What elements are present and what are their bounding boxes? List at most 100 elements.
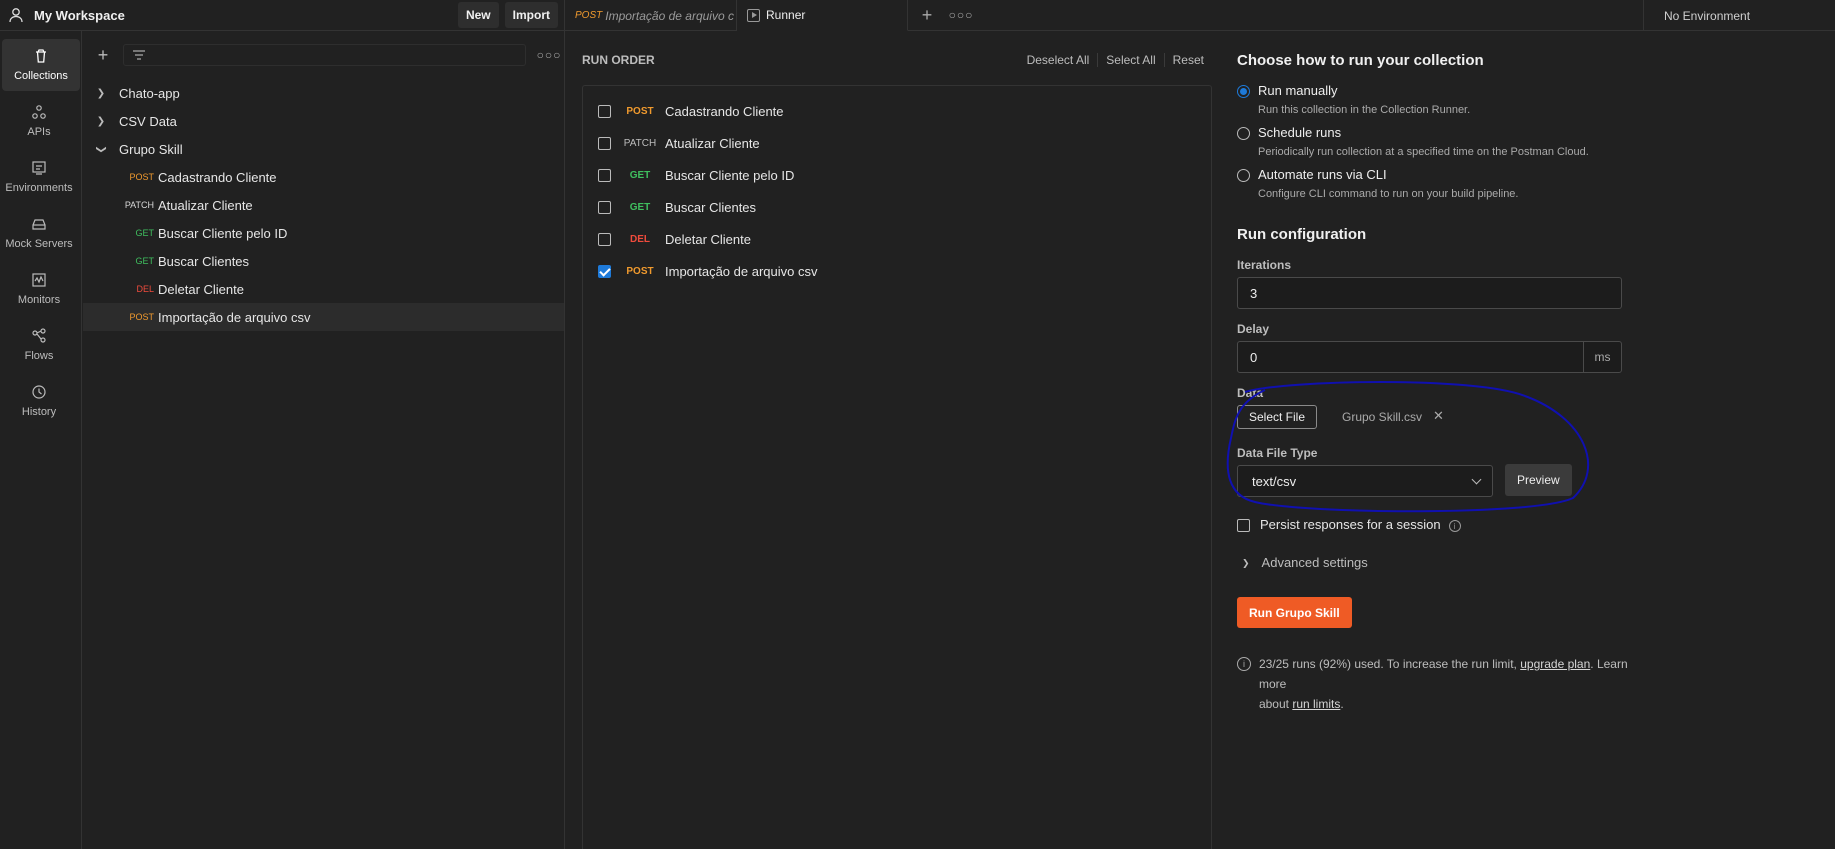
remove-file-icon[interactable]: ✕	[1433, 408, 1444, 424]
persist-checkbox[interactable]	[1237, 519, 1250, 532]
iterations-label: Iterations	[1237, 258, 1292, 272]
tree-collection-chato-app[interactable]: ❯ Chato-app	[83, 79, 564, 107]
info-icon: i	[1237, 657, 1251, 671]
request-name: Deletar Cliente	[158, 281, 244, 297]
request-method: GET	[135, 256, 154, 266]
rail-collections[interactable]: Collections	[2, 39, 80, 91]
run-order-item[interactable]: GET Buscar Cliente pelo ID	[598, 165, 794, 185]
run-order-item[interactable]: POST Cadastrando Cliente	[598, 101, 784, 121]
item-checkbox[interactable]	[598, 104, 611, 118]
info-text: about	[1258, 697, 1289, 711]
apis-icon	[32, 105, 46, 119]
tab-runner[interactable]: Runner	[737, 0, 908, 31]
option-title: Run manually	[1258, 83, 1338, 98]
item-checkbox-checked[interactable]	[598, 264, 611, 278]
import-button[interactable]: Import	[504, 2, 558, 28]
chevron-right-icon: ❯	[96, 115, 106, 127]
option-desc: Periodically run collection at a specifi…	[1258, 146, 1589, 158]
rail-monitors[interactable]: Monitors	[0, 263, 78, 315]
rail-flows[interactable]: Flows	[0, 319, 78, 371]
radio[interactable]	[1237, 169, 1250, 182]
tree-request[interactable]: DEL Deletar Cliente	[83, 275, 564, 303]
delay-label: Delay	[1237, 322, 1270, 336]
tree-request[interactable]: GET Buscar Clientes	[83, 247, 564, 275]
data-file-type-select[interactable]: text/csv	[1237, 465, 1493, 497]
select-file-button[interactable]: Select File	[1237, 405, 1318, 429]
run-limits-link[interactable]: run limits	[1292, 697, 1340, 711]
sidebar-toolbar: + ○○○	[83, 31, 564, 79]
upgrade-plan-link[interactable]: upgrade plan	[1520, 657, 1590, 671]
item-method: PATCH	[623, 137, 657, 149]
item-method: DEL	[630, 233, 650, 245]
collections-sidebar: + ○○○ ❯ Chato-app ❯ CSV Data ❯ Grupo Ski…	[83, 31, 565, 849]
filter-input[interactable]	[123, 44, 526, 66]
rail-apis[interactable]: APIs	[0, 95, 78, 147]
tree-request-selected[interactable]: POST Importação de arquivo csv	[83, 303, 564, 331]
persist-label: Persist responses for a session	[1260, 517, 1441, 532]
item-checkbox[interactable]	[598, 168, 611, 182]
workspace-title[interactable]: My Workspace	[34, 8, 458, 23]
run-config-panel: Choose how to run your collection Run ma…	[1237, 31, 1657, 849]
run-order-item[interactable]: DEL Deletar Cliente	[598, 229, 751, 249]
tab-label: Runner	[766, 8, 806, 22]
rail-label: Mock Servers	[5, 238, 73, 250]
item-checkbox[interactable]	[598, 136, 611, 150]
file-name: Grupo Skill.csv	[1342, 410, 1423, 424]
request-method: DEL	[136, 284, 154, 294]
add-collection-plus-icon[interactable]: +	[83, 45, 123, 66]
delay-value: 0	[1250, 349, 1258, 365]
info-text: .	[1340, 697, 1344, 711]
flows-icon	[32, 328, 46, 343]
preview-button[interactable]: Preview	[1505, 464, 1572, 496]
rail-label: History	[21, 406, 57, 418]
delay-input[interactable]: 0 ms	[1237, 341, 1622, 373]
persist-responses-row[interactable]: Persist responses for a session i	[1237, 517, 1461, 532]
radio[interactable]	[1237, 127, 1250, 140]
filter-icon	[133, 50, 145, 60]
tree-request[interactable]: PATCH Atualizar Cliente	[83, 191, 564, 219]
run-order-item[interactable]: GET Buscar Clientes	[598, 197, 756, 217]
new-button[interactable]: New	[457, 2, 499, 28]
select-all-button[interactable]: Select All	[1097, 53, 1163, 67]
option-automate-cli[interactable]: Automate runs via CLI Configure CLI comm…	[1237, 167, 1518, 200]
item-method: POST	[626, 265, 654, 277]
rail-history[interactable]: History	[0, 375, 78, 427]
mock-servers-icon	[32, 219, 46, 230]
tab-request[interactable]: POST Importação de arquivo c	[565, 0, 737, 31]
info-icon[interactable]: i	[1448, 520, 1461, 532]
chevron-right-icon: ❯	[96, 87, 106, 99]
tree-collection-csv-data[interactable]: ❯ CSV Data	[83, 107, 564, 135]
new-tab-plus-icon[interactable]: +	[908, 0, 946, 30]
tree-request[interactable]: POST Cadastrando Cliente	[83, 163, 564, 191]
option-run-manually[interactable]: Run manually Run this collection in the …	[1237, 83, 1470, 116]
more-options-icon[interactable]: ○○○	[946, 0, 976, 30]
item-checkbox[interactable]	[598, 200, 611, 214]
request-method: POST	[129, 172, 154, 182]
deselect-all-button[interactable]: Deselect All	[1019, 53, 1098, 67]
run-collection-button[interactable]: Run Grupo Skill	[1237, 597, 1352, 628]
advanced-settings-toggle[interactable]: ❯ Advanced settings	[1242, 555, 1368, 570]
chevron-down-icon: ❯	[95, 144, 107, 154]
tab-label: Importação de arquivo c	[605, 8, 734, 23]
collection-name: Chato-app	[119, 85, 180, 101]
user-icon[interactable]	[8, 7, 24, 23]
choose-run-title: Choose how to run your collection	[1237, 52, 1484, 69]
rail-mock-servers[interactable]: Mock Servers	[0, 207, 78, 259]
rail-label: Collections	[14, 70, 68, 82]
radio-selected[interactable]	[1237, 85, 1250, 98]
reset-button[interactable]: Reset	[1163, 53, 1212, 67]
item-method: GET	[629, 169, 651, 181]
tree-request[interactable]: GET Buscar Cliente pelo ID	[83, 219, 564, 247]
option-title: Schedule runs	[1258, 125, 1342, 140]
run-order-item[interactable]: POST Importação de arquivo csv	[598, 261, 817, 281]
option-schedule-runs[interactable]: Schedule runs Periodically run collectio…	[1237, 125, 1589, 158]
chevron-down-icon	[1471, 474, 1482, 485]
iterations-input[interactable]: 3	[1237, 277, 1622, 309]
tree-collection-grupo-skill[interactable]: ❯ Grupo Skill	[83, 135, 564, 163]
sidebar-more-icon[interactable]: ○○○	[534, 48, 564, 62]
environment-selector[interactable]: No Environment	[1643, 0, 1835, 31]
data-label: Data	[1237, 386, 1264, 400]
run-order-item[interactable]: PATCH Atualizar Cliente	[598, 133, 760, 153]
item-checkbox[interactable]	[598, 232, 611, 246]
rail-environments[interactable]: Environments	[0, 151, 78, 203]
